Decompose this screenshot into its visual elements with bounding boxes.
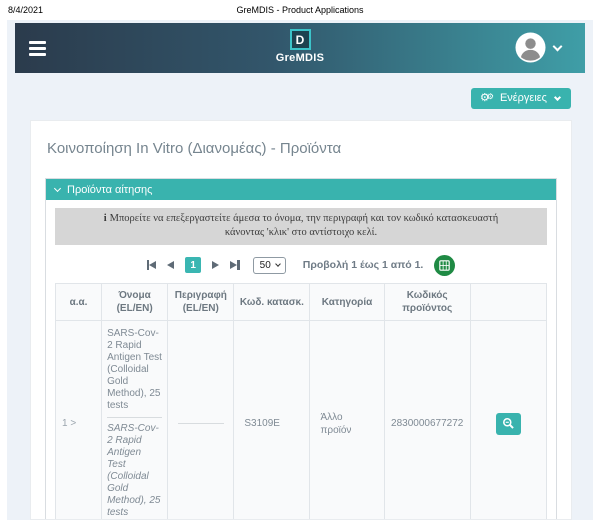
name-en: SARS-Cov-2 Rapid Antigen Test (Colloidal… <box>107 423 162 519</box>
view-details-button[interactable] <box>496 413 521 435</box>
avatar <box>515 32 546 63</box>
products-panel: Προϊόντα αίτησης iΜπορείτε να επεξεργαστ… <box>45 178 557 520</box>
page-size-value: 50 <box>260 260 271 271</box>
name-el: SARS-Cov-2 Rapid Antigen Test (Colloidal… <box>107 328 162 412</box>
navbar: D GreMDIS <box>15 23 585 73</box>
col-header-index: α.α. <box>56 284 102 321</box>
excel-icon <box>439 260 450 271</box>
first-page-button[interactable] <box>147 260 157 270</box>
chevron-down-icon <box>54 184 61 191</box>
row-manufacturer-code-cell[interactable]: S3109E <box>234 321 310 520</box>
col-header-description: Περιγραφή (EL/EN) <box>168 284 234 321</box>
table-row: 1 > SARS-Cov-2 Rapid Antigen Test (Collo… <box>56 321 547 520</box>
brand: D GreMDIS <box>15 29 585 64</box>
row-name-cell[interactable]: SARS-Cov-2 Rapid Antigen Test (Colloidal… <box>102 321 168 520</box>
next-page-button[interactable] <box>212 261 219 269</box>
row-actions-cell <box>470 321 546 520</box>
print-header: 8/4/2021 GreMDIS - Product Applications <box>0 0 600 20</box>
info-text: Μπορείτε να επεξεργαστείτε άμεσα το όνομ… <box>110 213 499 238</box>
pagination-bar: 1 50 Προβολή 1 έως 1 από 1. <box>55 252 547 278</box>
page-title: Κοινοποίηση In Vitro (Διανομέας) - Προϊό… <box>47 140 557 157</box>
app-logo-icon: D <box>290 29 311 50</box>
pagination-summary: Προβολή 1 έως 1 από 1. <box>303 259 424 271</box>
last-page-button[interactable] <box>230 260 240 270</box>
category-value: Άλλο προϊόν <box>320 411 362 437</box>
divider <box>107 417 162 418</box>
excel-export-button[interactable] <box>434 255 455 276</box>
col-header-category: Κατηγορία <box>310 284 384 321</box>
chevron-down-icon <box>553 41 563 51</box>
print-page-title: GreMDIS - Product Applications <box>0 5 600 15</box>
cogs-icon: ⚙⚙ <box>480 93 494 104</box>
row-description-cell[interactable] <box>168 321 234 520</box>
col-header-name: Όνομα (EL/EN) <box>102 284 168 321</box>
row-category-cell: Άλλο προϊόν <box>310 321 384 520</box>
app-background: D GreMDIS ⚙⚙ Ενέργειες Κοινοποίηση In Vi… <box>7 20 593 520</box>
page-size-select[interactable]: 50 <box>253 257 286 274</box>
prev-page-button[interactable] <box>167 261 174 269</box>
info-message: iΜπορείτε να επεξεργαστείτε άμεσα το όνο… <box>55 208 547 245</box>
panel-body: iΜπορείτε να επεξεργαστείτε άμεσα το όνο… <box>46 200 556 520</box>
actions-button-label: Ενέργειες <box>500 92 547 104</box>
col-header-manufacturer-code: Κωδ. κατασκ. <box>234 284 310 321</box>
row-product-code-cell: 2830000677272 <box>384 321 470 520</box>
magnifier-icon <box>502 417 515 430</box>
row-index-cell[interactable]: 1 > <box>56 321 102 520</box>
user-menu[interactable] <box>515 32 561 63</box>
brand-name: GreMDIS <box>276 52 325 64</box>
col-header-actions <box>470 284 546 321</box>
products-table: α.α. Όνομα (EL/EN) Περιγραφή (EL/EN) Κωδ… <box>55 283 547 520</box>
actions-row: ⚙⚙ Ενέργειες <box>7 73 593 109</box>
panel-title: Προϊόντα αίτησης <box>67 184 152 196</box>
info-icon: i <box>104 213 107 224</box>
chevron-down-icon <box>554 93 561 100</box>
table-header-row: α.α. Όνομα (EL/EN) Περιγραφή (EL/EN) Κωδ… <box>56 284 547 321</box>
current-page-button[interactable]: 1 <box>185 257 201 273</box>
content-card: Κοινοποίηση In Vitro (Διανομέας) - Προϊό… <box>30 120 572 520</box>
actions-button[interactable]: ⚙⚙ Ενέργειες <box>471 88 571 109</box>
divider <box>178 423 224 424</box>
chevron-down-icon <box>275 262 281 268</box>
col-header-product-code: Κωδικός προϊόντος <box>384 284 470 321</box>
panel-header[interactable]: Προϊόντα αίτησης <box>46 179 556 200</box>
